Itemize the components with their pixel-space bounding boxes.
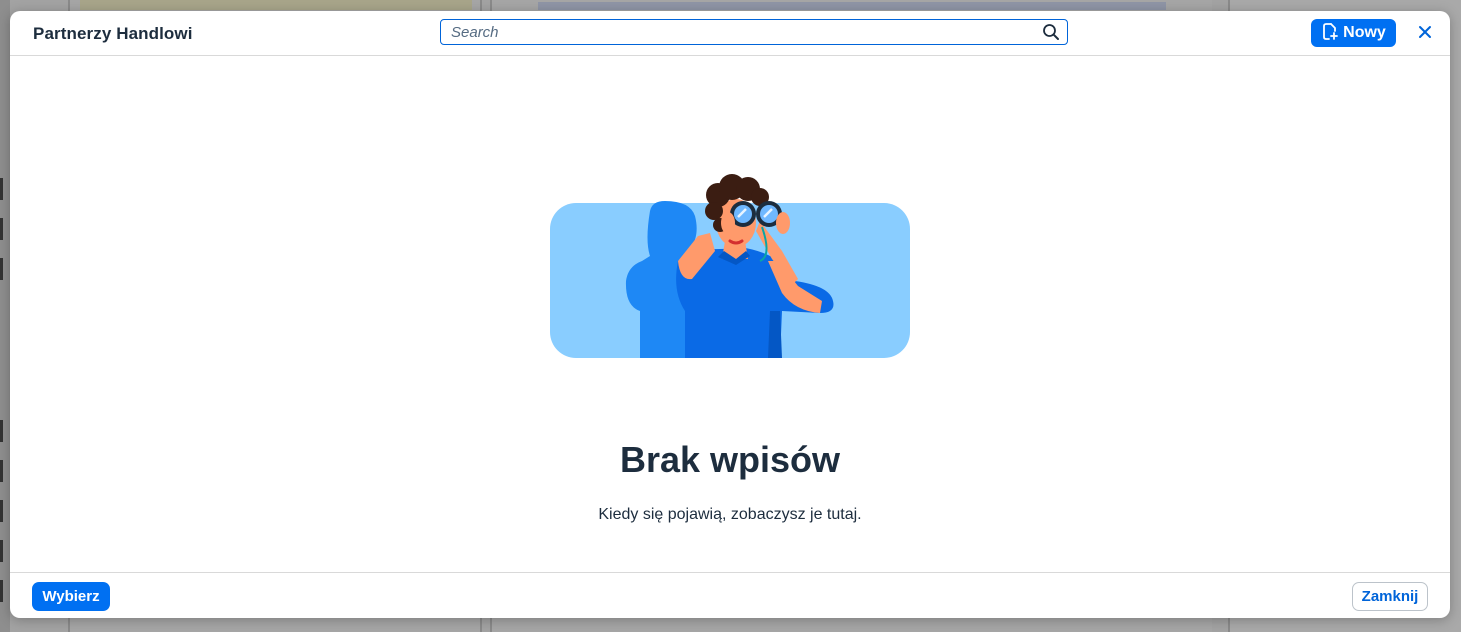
value-help-dialog: Partnerzy Handlowi Nowy (10, 11, 1450, 618)
close-button[interactable]: Zamknij (1352, 582, 1428, 611)
new-button-label: Nowy (1343, 24, 1386, 41)
search-input[interactable] (441, 20, 1031, 44)
background-tick (0, 460, 3, 482)
background-strip (80, 0, 472, 10)
empty-state-title: Brak wpisów (619, 439, 841, 480)
add-document-icon (1321, 22, 1339, 45)
empty-state-illustration (550, 161, 910, 361)
dialog-title: Partnerzy Handlowi (33, 24, 193, 43)
empty-state-subtitle: Kiedy się pojawią, zobaczysz je tutaj. (598, 506, 862, 523)
select-button[interactable]: Wybierz (32, 582, 110, 611)
background-tick (0, 500, 3, 522)
background-tick (0, 178, 3, 200)
background-tick (0, 420, 3, 442)
search-icon[interactable] (1042, 23, 1060, 41)
background-tick (0, 218, 3, 240)
background-tick (0, 540, 3, 562)
background-tick (0, 258, 3, 280)
background-tick (0, 580, 3, 602)
close-icon[interactable] (1414, 21, 1436, 43)
dialog-header: Partnerzy Handlowi Nowy (10, 11, 1450, 56)
background-column (0, 0, 10, 632)
new-button[interactable]: Nowy (1311, 19, 1396, 47)
dialog-footer: Wybierz Zamknij (10, 572, 1450, 618)
search-field[interactable] (440, 19, 1068, 45)
background-strip (538, 2, 1166, 10)
